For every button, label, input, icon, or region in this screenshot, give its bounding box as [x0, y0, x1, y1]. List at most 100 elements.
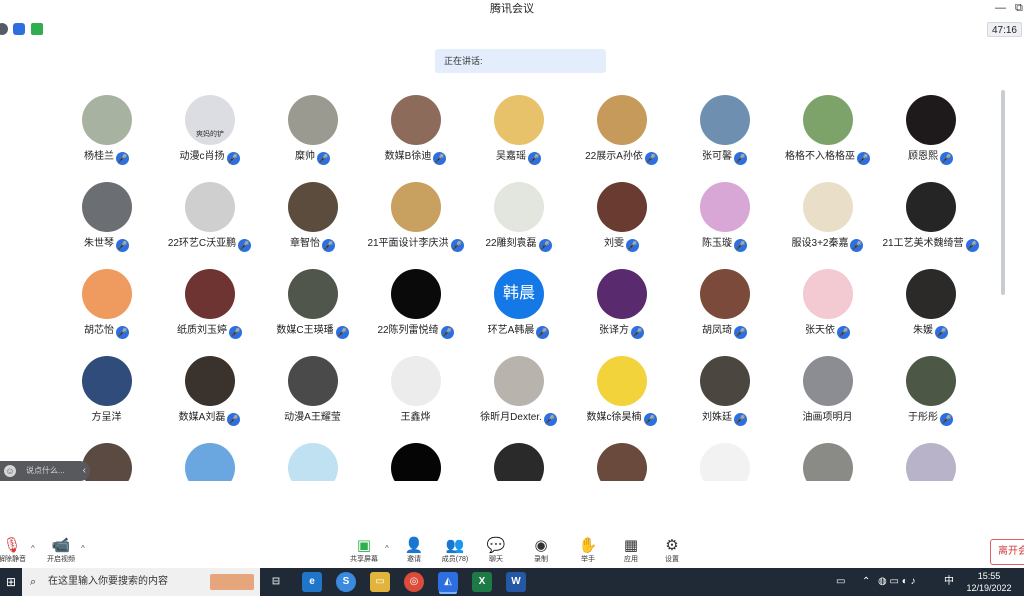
leave-meeting-button[interactable]: 离开会 — [990, 539, 1024, 565]
avatar[interactable] — [391, 443, 441, 481]
avatar[interactable] — [803, 269, 853, 319]
participant-tile[interactable]: 数媒B徐迪 🎤 — [364, 90, 467, 174]
avatar[interactable] — [494, 182, 544, 232]
participant-tile[interactable]: 22环艺C沃亚鹏 🎤 — [158, 177, 261, 261]
participant-tile[interactable]: 数媒c徐昊楠 🎤 — [570, 351, 673, 435]
avatar[interactable] — [288, 269, 338, 319]
avatar[interactable] — [906, 95, 956, 145]
raise-hand-button[interactable]: ✋ 举手 — [566, 537, 610, 567]
input-method-indicator[interactable]: 中 — [944, 568, 954, 596]
participant-tile[interactable] — [467, 438, 570, 481]
chevron-left-icon[interactable]: ‹ — [83, 461, 86, 481]
participant-tile[interactable]: 糜帅 🎤 — [261, 90, 364, 174]
keyboard-tray-icon[interactable]: ▭ — [836, 568, 845, 596]
avatar[interactable] — [185, 356, 235, 406]
unmute-button[interactable]: 🎙 解除静音 — [0, 537, 34, 567]
avatar[interactable] — [185, 269, 235, 319]
apps-button[interactable]: ▦ 应用 — [609, 537, 653, 567]
avatar[interactable] — [597, 443, 647, 481]
participant-tile[interactable]: 22雕刻袁磊 🎤 — [467, 177, 570, 261]
tencent-meeting-taskbar-icon[interactable]: ◭ — [438, 572, 458, 592]
security-shield-icon[interactable] — [13, 23, 25, 35]
avatar[interactable] — [803, 182, 853, 232]
participant-tile[interactable]: 刘姝廷 🎤 — [673, 351, 776, 435]
participant-tile[interactable]: 于彤彤 🎤 — [879, 351, 980, 435]
tray-chevron-up-icon[interactable]: ⌃ — [862, 568, 870, 596]
participant-tile[interactable] — [879, 438, 980, 481]
avatar[interactable] — [803, 95, 853, 145]
participant-tile[interactable]: 陈玉璇 🎤 — [673, 177, 776, 261]
participant-tile[interactable] — [673, 438, 776, 481]
share-screen-button[interactable]: ▣ 共享屏幕 — [342, 537, 386, 567]
participant-tile[interactable]: 顾恩熙 🎤 — [879, 90, 980, 174]
word-icon[interactable]: W — [506, 572, 526, 592]
participant-tile[interactable]: 胡凤琦 🎤 — [673, 264, 776, 348]
avatar[interactable] — [82, 443, 132, 481]
chat-button[interactable]: 💬 聊天 — [474, 537, 518, 567]
participant-tile[interactable] — [261, 438, 364, 481]
edge-ie-icon[interactable]: e — [302, 572, 322, 592]
avatar[interactable] — [82, 95, 132, 145]
participant-tile[interactable]: 韩晨 环艺A韩晨 🎤 — [467, 264, 570, 348]
participant-tile[interactable]: 22展示A孙依 🎤 — [570, 90, 673, 174]
participant-tile[interactable]: 王鑫烨 — [364, 351, 467, 435]
avatar[interactable]: 韩晨 — [494, 269, 544, 319]
avatar[interactable] — [803, 356, 853, 406]
avatar[interactable] — [391, 95, 441, 145]
participant-tile[interactable]: 吴嘉瑶 🎤 — [467, 90, 570, 174]
avatar[interactable] — [597, 182, 647, 232]
participant-tile[interactable] — [570, 438, 673, 481]
participant-tile[interactable]: 方呈洋 — [55, 351, 158, 435]
taskbar-clock[interactable]: 15:55 12/19/2022 — [960, 570, 1018, 594]
avatar[interactable] — [288, 356, 338, 406]
avatar[interactable] — [906, 269, 956, 319]
avatar[interactable] — [82, 182, 132, 232]
grid-scrollbar[interactable] — [1001, 90, 1005, 295]
avatar[interactable] — [288, 182, 338, 232]
avatar[interactable] — [391, 182, 441, 232]
participant-tile[interactable]: 格格不入格格巫 🎤 — [776, 90, 879, 174]
participant-tile[interactable]: 张译方 🎤 — [570, 264, 673, 348]
avatar[interactable] — [185, 182, 235, 232]
participant-tile[interactable]: 22陈列雷悦绮 🎤 — [364, 264, 467, 348]
participant-tile[interactable]: 张天依 🎤 — [776, 264, 879, 348]
avatar[interactable] — [494, 356, 544, 406]
avatar[interactable] — [82, 269, 132, 319]
avatar[interactable] — [906, 443, 956, 481]
share-options-chevron-icon[interactable]: ^ — [385, 544, 389, 553]
settings-button[interactable]: ⚙ 设置 — [650, 537, 694, 567]
avatar[interactable] — [700, 95, 750, 145]
participant-tile[interactable]: 朱媛 🎤 — [879, 264, 980, 348]
signal-bars-icon[interactable] — [31, 23, 43, 35]
participant-tile[interactable]: 21平面设计李庆洪 🎤 — [364, 177, 467, 261]
avatar[interactable] — [597, 95, 647, 145]
avatar[interactable] — [288, 443, 338, 481]
participant-tile[interactable] — [158, 438, 261, 481]
audio-options-chevron-icon[interactable]: ^ — [31, 544, 35, 553]
avatar[interactable] — [494, 443, 544, 481]
avatar[interactable] — [803, 443, 853, 481]
avatar[interactable] — [597, 356, 647, 406]
avatar[interactable] — [494, 95, 544, 145]
participant-tile[interactable]: 杨桂兰 🎤 — [55, 90, 158, 174]
minimize-button[interactable]: — — [995, 0, 1006, 16]
participant-tile[interactable]: 服设3+2秦嘉 🎤 — [776, 177, 879, 261]
avatar[interactable] — [391, 356, 441, 406]
start-video-button[interactable]: 📹 开启视频 — [39, 537, 83, 567]
avatar[interactable] — [288, 95, 338, 145]
avatar[interactable] — [185, 443, 235, 481]
participant-tile[interactable]: 动漫A王耀莹 — [261, 351, 364, 435]
video-options-chevron-icon[interactable]: ^ — [81, 544, 85, 553]
participant-tile[interactable] — [364, 438, 467, 481]
task-view-icon[interactable]: ⊟ — [266, 572, 286, 592]
participant-tile[interactable]: 朱世琴 🎤 — [55, 177, 158, 261]
participant-tile[interactable]: 数媒A刘磊 🎤 — [158, 351, 261, 435]
avatar[interactable] — [82, 356, 132, 406]
chrome-icon[interactable]: ◎ — [404, 572, 424, 592]
windows-start-icon[interactable]: ⊞ — [0, 568, 22, 596]
avatar[interactable] — [700, 269, 750, 319]
participant-tile[interactable]: 21工艺美术魏绮营 🎤 — [879, 177, 980, 261]
invite-button[interactable]: 👤 邀请 — [392, 537, 436, 567]
sogou-icon[interactable]: S — [336, 572, 356, 592]
excel-icon[interactable]: X — [472, 572, 492, 592]
